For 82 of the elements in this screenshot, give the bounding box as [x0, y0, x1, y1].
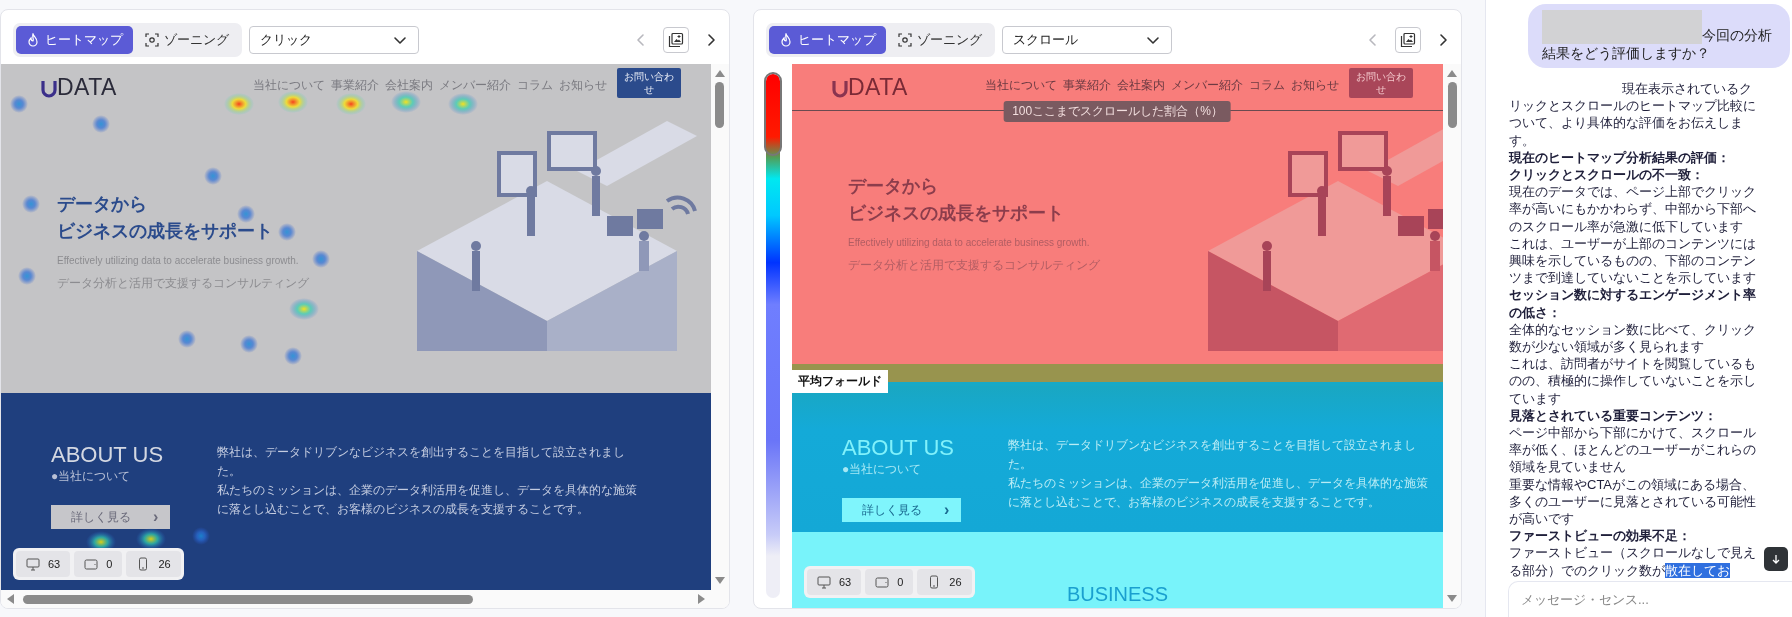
scrollbar-thumb[interactable] [23, 594, 473, 604]
flame-icon [26, 33, 40, 47]
response-paragraph: ページ中部から下部にかけて、スクロール率が低く、ほとんどのユーザーがこれらの領域を見ていません [1509, 424, 1757, 476]
contact-button[interactable]: お問い合わせ [617, 68, 681, 98]
response-heading: 見落とされている重要コンテンツ： [1509, 406, 1718, 425]
image-add-icon [1400, 32, 1416, 48]
nav-link[interactable]: 会社案内 [385, 77, 433, 94]
view-tab[interactable]: ヒートマップ [769, 26, 886, 54]
nav-link[interactable]: 会社案内 [1117, 77, 1165, 94]
message-input[interactable]: メッセージ・センス... [1508, 581, 1792, 617]
tablet-icon [84, 557, 99, 571]
scroll-down-icon [1446, 594, 1458, 604]
device-count-button[interactable]: 63 [807, 569, 862, 595]
mode-dropdown[interactable]: クリック [249, 26, 419, 54]
nav-link[interactable]: 事業紹介 [1063, 77, 1111, 94]
add-image-button[interactable] [663, 27, 689, 53]
response-paragraph: 現在表示されているクリックとスクロールのヒートマップ比較について、より具体的な評価をお伝えします。 [1509, 80, 1757, 149]
scroll-to-bottom-button[interactable] [1764, 547, 1788, 571]
hero-subtitle: Effectively utilizing data to accelerate business growth. [848, 237, 1091, 248]
nav-link[interactable]: お知らせ [1291, 77, 1339, 94]
about-text: 弊社は、データドリブンなビジネスを創出することを目指して設立されました。 私たちのミッションは、企業のデータ利活用を促進し、データを具体的な施策に落とし込むことで、お客様のビジネスの成長を支援することです。 [1008, 437, 1428, 511]
hero-title: データから ビジネスの成長をサポート [848, 175, 1065, 225]
view-tab[interactable]: ゾーニング [888, 26, 992, 54]
response-heading: クリックとスクロールの不一致： [1509, 166, 1705, 184]
monitor-icon [26, 557, 40, 571]
about-subtitle: ●当社について [842, 461, 923, 478]
response-paragraph: 全体的なセッション数に比べて、クリック数が少ない領域が多く見られます [1509, 320, 1757, 356]
about-text: 弊社は、データドリブンなビジネスを創出することを目指して設立されました。 私たちのミッションは、企業のデータ利活用を促進し、データを具体的な施策に落とし込むことで、お客様のビジネスの成長を支援することです。 [217, 444, 637, 518]
response-paragraph: ファーストビュー（スクロールなしで見える部分）でのクリック数が散在してお [1509, 544, 1757, 579]
monitor-icon [817, 575, 831, 589]
flame-icon [779, 33, 793, 47]
scroll-up-icon [1446, 68, 1458, 78]
response-paragraph: これは、訪問者がサイトを閲覧しているものの、積極的に操作していないことを示しています [1509, 355, 1757, 407]
scroll-depth-label: 100ここまでスクロールした割合（%） [1004, 101, 1231, 122]
about-title: ABOUT US [51, 443, 165, 467]
arrow-down-icon [1770, 553, 1782, 565]
nav-link[interactable]: 当社について [253, 77, 325, 94]
device-count-button[interactable]: 26 [126, 551, 181, 577]
scroll-right-icon [697, 593, 707, 605]
logo-text: DATA [848, 74, 908, 101]
user-message-text: 今回の分析結果をどう評価しますか？ [1542, 27, 1772, 61]
response-heading: ファーストビューの効果不足： [1509, 527, 1692, 545]
more-button[interactable]: 詳しく見る › [51, 505, 171, 529]
response-heading: 現在のヒートマップ分析結果の評価： [1509, 148, 1731, 166]
nav-link[interactable]: メンバー紹介 [439, 77, 511, 94]
view-tab[interactable]: ヒートマップ [16, 26, 133, 54]
response-heading: セッション数に対するエンゲージメント率の低さ： [1509, 286, 1757, 321]
mode-dropdown[interactable]: スクロール [1002, 26, 1172, 54]
tablet-icon [875, 575, 890, 589]
scrollbar-thumb[interactable] [1447, 82, 1457, 128]
hero-title: データから ビジネスの成長をサポート [57, 193, 274, 243]
response-paragraph: 重要な情報やCTAがこの領域にある場合、多くのユーザーに見落とされている可能性が高いです [1509, 475, 1757, 528]
image-add-icon [668, 32, 684, 48]
nav-link[interactable]: お知らせ [559, 77, 607, 94]
vertical-scrollbar[interactable] [1443, 64, 1461, 608]
fold-label: 平均フォールド [792, 370, 888, 393]
contact-button[interactable]: お問い合わせ [1349, 68, 1413, 98]
more-button[interactable]: 詳しく見る › [842, 498, 962, 522]
device-count-button[interactable]: 0 [865, 569, 914, 595]
nav-link[interactable]: 当社について [985, 77, 1057, 94]
view-tab[interactable]: ゾーニング [135, 26, 239, 54]
focus-icon [145, 33, 159, 47]
nav-link[interactable]: コラム [1249, 77, 1285, 94]
focus-icon [898, 33, 912, 47]
scroll-down-icon [714, 576, 726, 586]
response-paragraph: 現在のデータでは、ページ上部でクリック率が高いにもかかわらず、中部から下部へのスクロール率が急激に低下しています [1509, 183, 1757, 235]
device-count-button[interactable]: 26 [917, 569, 972, 595]
scrollbar-thumb[interactable] [715, 82, 725, 128]
section-title: BUSINESS [1066, 583, 1169, 606]
horizontal-scrollbar[interactable] [1, 590, 729, 608]
about-title: ABOUT US [842, 436, 956, 460]
add-image-button[interactable] [1395, 27, 1421, 53]
scroll-left-icon [5, 593, 15, 605]
nav-link[interactable]: メンバー紹介 [1171, 77, 1243, 94]
nav-link[interactable]: コラム [517, 77, 553, 94]
device-count-button[interactable]: 63 [16, 551, 71, 577]
device-count-button[interactable]: 0 [74, 551, 123, 577]
scroll-up-icon [714, 68, 726, 78]
nav-link[interactable]: 事業紹介 [331, 77, 379, 94]
about-subtitle: ●当社について [51, 468, 132, 485]
response-paragraph: これは、ユーザーが上部のコンテンツには興味を示しているものの、下部のコンテンツまで到達していないことを示しています [1509, 234, 1757, 287]
logo-text: DATA [57, 74, 117, 101]
